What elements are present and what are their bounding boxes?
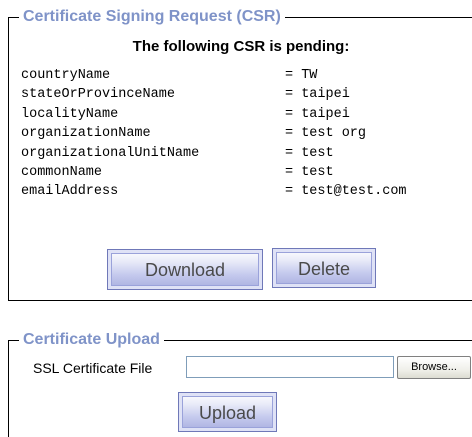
csr-field-key: emailAddress <box>21 184 119 200</box>
ssl-certificate-file-label: SSL Certificate File <box>33 360 153 376</box>
upload-legend: Certificate Upload <box>19 330 164 350</box>
csr-field-value: = test <box>285 145 334 161</box>
csr-field-key: localityName <box>21 106 119 122</box>
csr-field-row: stateOrProvinceName = taipei <box>21 85 407 104</box>
csr-field-value: = taipei <box>285 87 350 103</box>
csr-field-value: = test org <box>285 126 367 142</box>
csr-field-row: countryName = TW <box>21 66 407 85</box>
pending-title: The following CSR is pending: <box>132 38 350 55</box>
csr-field-row: organizationName = test org <box>21 124 407 143</box>
csr-field-key: organizationalUnitName <box>21 145 200 161</box>
csr-fields-table: countryName = TW stateOrProvinceName = t… <box>21 66 407 202</box>
csr-field-row: localityName = taipei <box>21 105 407 124</box>
csr-fieldset: Certificate Signing Request (CSR) The fo… <box>8 7 472 301</box>
csr-field-value: = test <box>285 165 334 181</box>
csr-field-key: stateOrProvinceName <box>21 87 175 103</box>
csr-field-row: commonName = test <box>21 163 407 182</box>
ssl-certificate-file-input[interactable] <box>186 356 394 378</box>
csr-field-key: countryName <box>21 68 111 83</box>
csr-field-value: = taipei <box>285 106 350 122</box>
csr-field-value: = test@test.com <box>285 184 407 200</box>
csr-legend: Certificate Signing Request (CSR) <box>19 7 285 27</box>
upload-button[interactable]: Upload <box>178 392 277 432</box>
upload-fieldset: Certificate Upload SSL Certificate File … <box>8 330 472 437</box>
csr-field-key: commonName <box>21 165 103 181</box>
csr-field-row: emailAddress = test@test.com <box>21 182 407 201</box>
csr-field-row: organizationalUnitName = test <box>21 144 407 163</box>
download-button[interactable]: Download <box>107 249 263 290</box>
csr-field-value: = TW <box>285 68 318 83</box>
csr-field-key: organizationName <box>21 126 151 142</box>
delete-button[interactable]: Delete <box>272 248 376 288</box>
browse-button[interactable]: Browse... <box>397 356 471 379</box>
